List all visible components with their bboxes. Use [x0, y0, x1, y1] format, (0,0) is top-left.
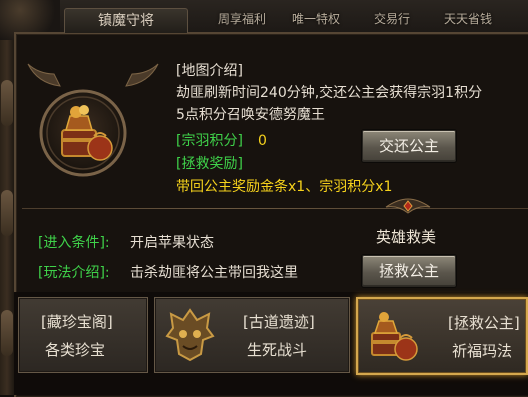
map-info-desc-line2: 5点积分召唤安德努魔王 — [176, 107, 325, 123]
ribbon-ornament-right — [125, 63, 159, 87]
reward-text: 带回公主奖励金条x1、宗羽积分x1 — [176, 179, 393, 195]
entry-condition-label: [进入条件]: — [38, 235, 110, 251]
return-princess-button[interactable]: 交还公主 — [362, 130, 456, 162]
nav-trading-house[interactable]: 交易行 — [374, 8, 410, 30]
left-frame-bar — [0, 40, 14, 395]
section-divider — [22, 208, 528, 209]
divider-emblem-icon — [385, 198, 431, 214]
frame-ornament — [1, 310, 13, 356]
treasure-bundle-icon — [371, 312, 418, 361]
card-ancient-ruins[interactable]: [古道遗迹] 生死战斗 — [154, 297, 350, 373]
nav-weekly-welfare[interactable]: 周享福利 — [218, 8, 266, 30]
treasure-chest-icon — [38, 88, 128, 178]
frame-ornament — [1, 80, 13, 126]
demon-mask-icon — [165, 308, 215, 362]
card-rescue-princess[interactable]: [拯救公主] 祈福玛法 — [356, 297, 528, 375]
frame-ornament — [1, 190, 13, 236]
card-tag: [拯救公主] — [448, 314, 520, 332]
card-subtitle: 祈福玛法 — [452, 342, 513, 360]
entry-condition-value: 开启苹果状态 — [130, 235, 214, 251]
nav-unique-privilege[interactable]: 唯一特权 — [292, 8, 340, 30]
points-label: [宗羽积分] — [176, 133, 243, 149]
card-subtitle: 生死战斗 — [247, 341, 308, 359]
map-info-heading: [地图介绍] — [176, 63, 243, 79]
rescue-princess-button[interactable]: 拯救公主 — [362, 255, 456, 287]
points-value: 0 — [258, 133, 267, 149]
window-title-tab[interactable]: 镇魔守将 — [64, 8, 188, 33]
hero-rescue-title: 英雄救美 — [376, 228, 437, 246]
card-tag: [藏珍宝阁] — [41, 313, 113, 331]
gameplay-intro-value: 击杀劫匪将公主带回我这里 — [130, 265, 298, 281]
card-subtitle: 各类珍宝 — [45, 341, 106, 359]
map-info-desc-line1: 劫匪刷新时间240分钟,交还公主会获得宗羽1积分 — [176, 85, 483, 101]
nav-daily-savings[interactable]: 天天省钱 — [444, 8, 492, 30]
card-treasure-pavilion[interactable]: [藏珍宝阁] 各类珍宝 — [18, 297, 148, 373]
gameplay-intro-label: [玩法介绍]: — [38, 265, 110, 281]
card-tag: [古道遗迹] — [243, 313, 315, 331]
reward-label: [拯救奖励] — [176, 156, 243, 172]
ribbon-ornament-left — [27, 63, 61, 87]
